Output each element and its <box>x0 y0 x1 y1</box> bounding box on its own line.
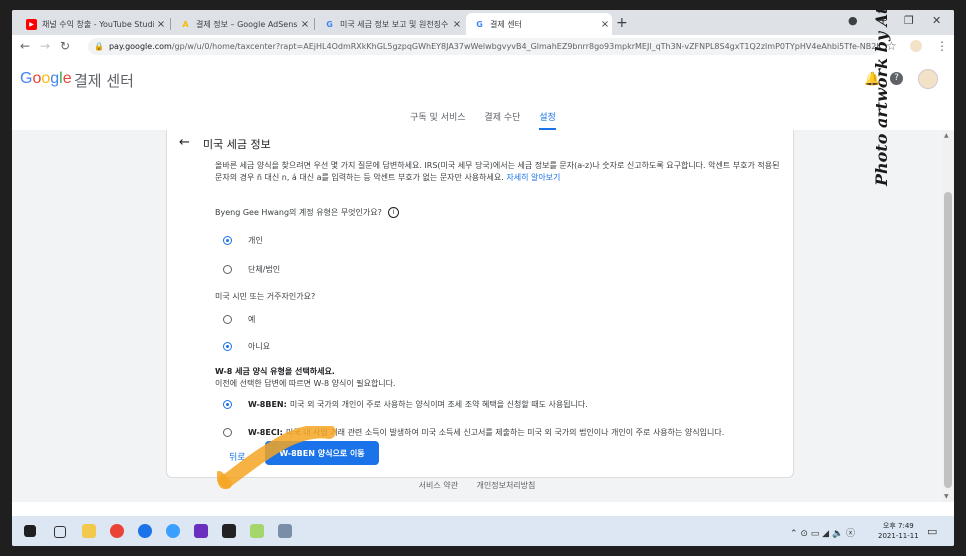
page-footer: 서비스 약관 개인정보처리방침 <box>12 480 942 491</box>
info-icon[interactable]: i <box>387 207 399 218</box>
app-icon[interactable] <box>250 524 264 538</box>
file-explorer-icon[interactable] <box>82 524 96 538</box>
radio-button[interactable] <box>223 315 232 324</box>
url-host: pay.google.com <box>108 42 172 51</box>
intro-text: 올바른 세금 양식을 찾으려면 우선 몇 가지 질문에 답변하세요. IRS(미… <box>215 161 780 182</box>
settings-subnav: 구독 및 서비스 결제 수단 설정 <box>12 110 954 130</box>
radio-button-selected[interactable] <box>223 400 232 409</box>
account-type-question: Byeng Gee Hwang의 계정 유형은 무엇인가요? i <box>215 207 399 218</box>
browser-window: ▶ 채널 수익 창출 - YouTube Studi × A 결제 정보 – G… <box>12 10 954 546</box>
menu-kebab-icon[interactable]: ⋮ <box>936 39 948 53</box>
avatar[interactable] <box>918 69 938 89</box>
main-content: ← 미국 세금 정보 올바른 세금 양식을 찾으려면 우선 몇 가지 질문에 답… <box>12 130 942 502</box>
reload-icon[interactable]: ↻ <box>60 39 70 53</box>
learn-more-link[interactable]: 자세히 알아보기 <box>506 173 560 182</box>
app-icon[interactable] <box>222 524 236 538</box>
scrollbar-thumb[interactable] <box>944 192 952 488</box>
app-icon[interactable] <box>194 524 208 538</box>
app-icon[interactable] <box>166 524 180 538</box>
radio-button-selected[interactable] <box>223 236 232 245</box>
browser-tab-adsense[interactable]: A 결제 정보 – Google AdSense × <box>172 13 312 35</box>
tab-title: 결제 정보 – Google AdSense <box>196 19 298 29</box>
privacy-link[interactable]: 개인정보처리방침 <box>477 481 536 490</box>
browser-tab-youtube[interactable]: ▶ 채널 수익 창출 - YouTube Studi × <box>18 13 168 35</box>
lock-icon: 🔒 <box>94 42 104 51</box>
radio-w8ben[interactable]: W-8BEN: 미국 외 국가의 개인이 주로 사용하는 양식이며 조세 조약 혜… <box>223 399 588 410</box>
close-window-icon[interactable]: ✕ <box>932 14 941 27</box>
radio-w8eci[interactable]: W-8ECI: 미국 내 사업 거래 관련 소득이 발생하여 미국 소득세 신고서… <box>223 427 724 438</box>
terms-link[interactable]: 서비스 약관 <box>419 481 458 490</box>
adsense-icon: A <box>182 19 189 29</box>
watermark-signature: Photo artwork by Atlas <box>872 10 891 186</box>
browser-tab-tax-info[interactable]: G 미국 세금 정보 보고 및 원천징수 × <box>316 13 464 35</box>
radio-individual[interactable]: 개인 <box>223 235 263 246</box>
radio-button[interactable] <box>223 428 232 437</box>
close-tab-icon[interactable]: × <box>450 19 464 30</box>
page-scrollbar[interactable]: ▲ ▼ <box>942 130 954 502</box>
continue-w8ben-button[interactable]: W-8BEN 양식으로 이동 <box>265 441 379 465</box>
tab-subscriptions[interactable]: 구독 및 서비스 <box>410 110 465 128</box>
tab-strip: ▶ 채널 수익 창출 - YouTube Studi × A 결제 정보 – G… <box>12 10 954 35</box>
browser-tab-payments-center[interactable]: G 결제 센터 × <box>466 13 612 35</box>
app-icon[interactable] <box>278 524 292 538</box>
back-icon[interactable]: ← <box>20 39 30 53</box>
forward-icon[interactable]: → <box>40 39 50 53</box>
scroll-up-icon[interactable]: ▲ <box>944 132 949 139</box>
us-citizen-question: 미국 시민 또는 거주자인가요? <box>215 292 316 301</box>
notification-center-icon[interactable]: ▭ <box>927 525 937 538</box>
app-title: 결제 센터 <box>74 72 134 90</box>
back-arrow-icon[interactable]: ← <box>179 135 190 150</box>
radio-button-selected[interactable] <box>223 342 232 351</box>
radio-entity[interactable]: 단체/법인 <box>223 264 280 275</box>
youtube-icon: ▶ <box>26 18 37 30</box>
w8-form-subtext: 이전에 선택한 답변에 따르면 W-8 양식이 필요합니다. <box>215 379 396 388</box>
address-bar[interactable]: 🔒 pay.google.com/gp/w/u/0/home/taxcenter… <box>88 38 880 55</box>
back-button[interactable]: 뒤로 <box>229 450 246 463</box>
tab-title: 채널 수익 창출 - YouTube Studi <box>42 19 154 29</box>
maximize-icon[interactable]: ❐ <box>904 14 914 27</box>
close-tab-icon[interactable]: × <box>154 19 168 30</box>
help-icon[interactable]: ? <box>890 72 903 85</box>
google-icon: G <box>326 19 333 29</box>
tab-payment-methods[interactable]: 결제 수단 <box>484 110 520 128</box>
google-icon: G <box>476 19 483 29</box>
page-title: 미국 세금 정보 <box>203 138 271 151</box>
w8-form-question: W-8 세금 양식 유형을 선택하세요. <box>215 367 335 376</box>
taskbar-clock[interactable]: 오후 7:49 2021-11-11 <box>878 521 919 541</box>
windows-start-icon[interactable] <box>24 525 36 537</box>
google-logo[interactable]: Google <box>20 70 72 88</box>
url-path: /gp/w/u/0/home/taxcenter?rapt=AEjHL4OdmR… <box>171 42 880 51</box>
windows-taskbar: ⌃ ⊙ ▭ ◢ 🔈 ⓧ 오후 7:49 2021-11-11 ▭ <box>12 516 954 546</box>
tab-title: 미국 세금 정보 보고 및 원천징수 <box>340 19 449 29</box>
profile-avatar-icon[interactable] <box>910 40 922 52</box>
tab-title: 결제 센터 <box>490 19 522 29</box>
tab-settings[interactable]: 설정 <box>539 110 556 130</box>
edge-icon[interactable] <box>138 524 152 538</box>
radio-yes[interactable]: 예 <box>223 314 255 325</box>
profile-circle-icon[interactable]: ● <box>848 14 858 27</box>
chrome-icon[interactable] <box>110 524 124 538</box>
close-tab-icon[interactable]: × <box>598 19 612 30</box>
task-view-icon[interactable] <box>54 526 66 538</box>
scroll-down-icon[interactable]: ▼ <box>944 493 949 500</box>
new-tab-icon[interactable]: + <box>616 15 628 31</box>
tax-info-card: ← 미국 세금 정보 올바른 세금 양식을 찾으려면 우선 몇 가지 질문에 답… <box>166 130 794 478</box>
radio-no[interactable]: 아니요 <box>223 341 270 352</box>
close-tab-icon[interactable]: × <box>298 19 312 30</box>
radio-button[interactable] <box>223 265 232 274</box>
browser-toolbar: ← → ↻ 🔒 pay.google.com/gp/w/u/0/home/tax… <box>12 35 954 59</box>
system-tray-icons[interactable]: ⌃ ⊙ ▭ ◢ 🔈 ⓧ <box>790 526 855 539</box>
